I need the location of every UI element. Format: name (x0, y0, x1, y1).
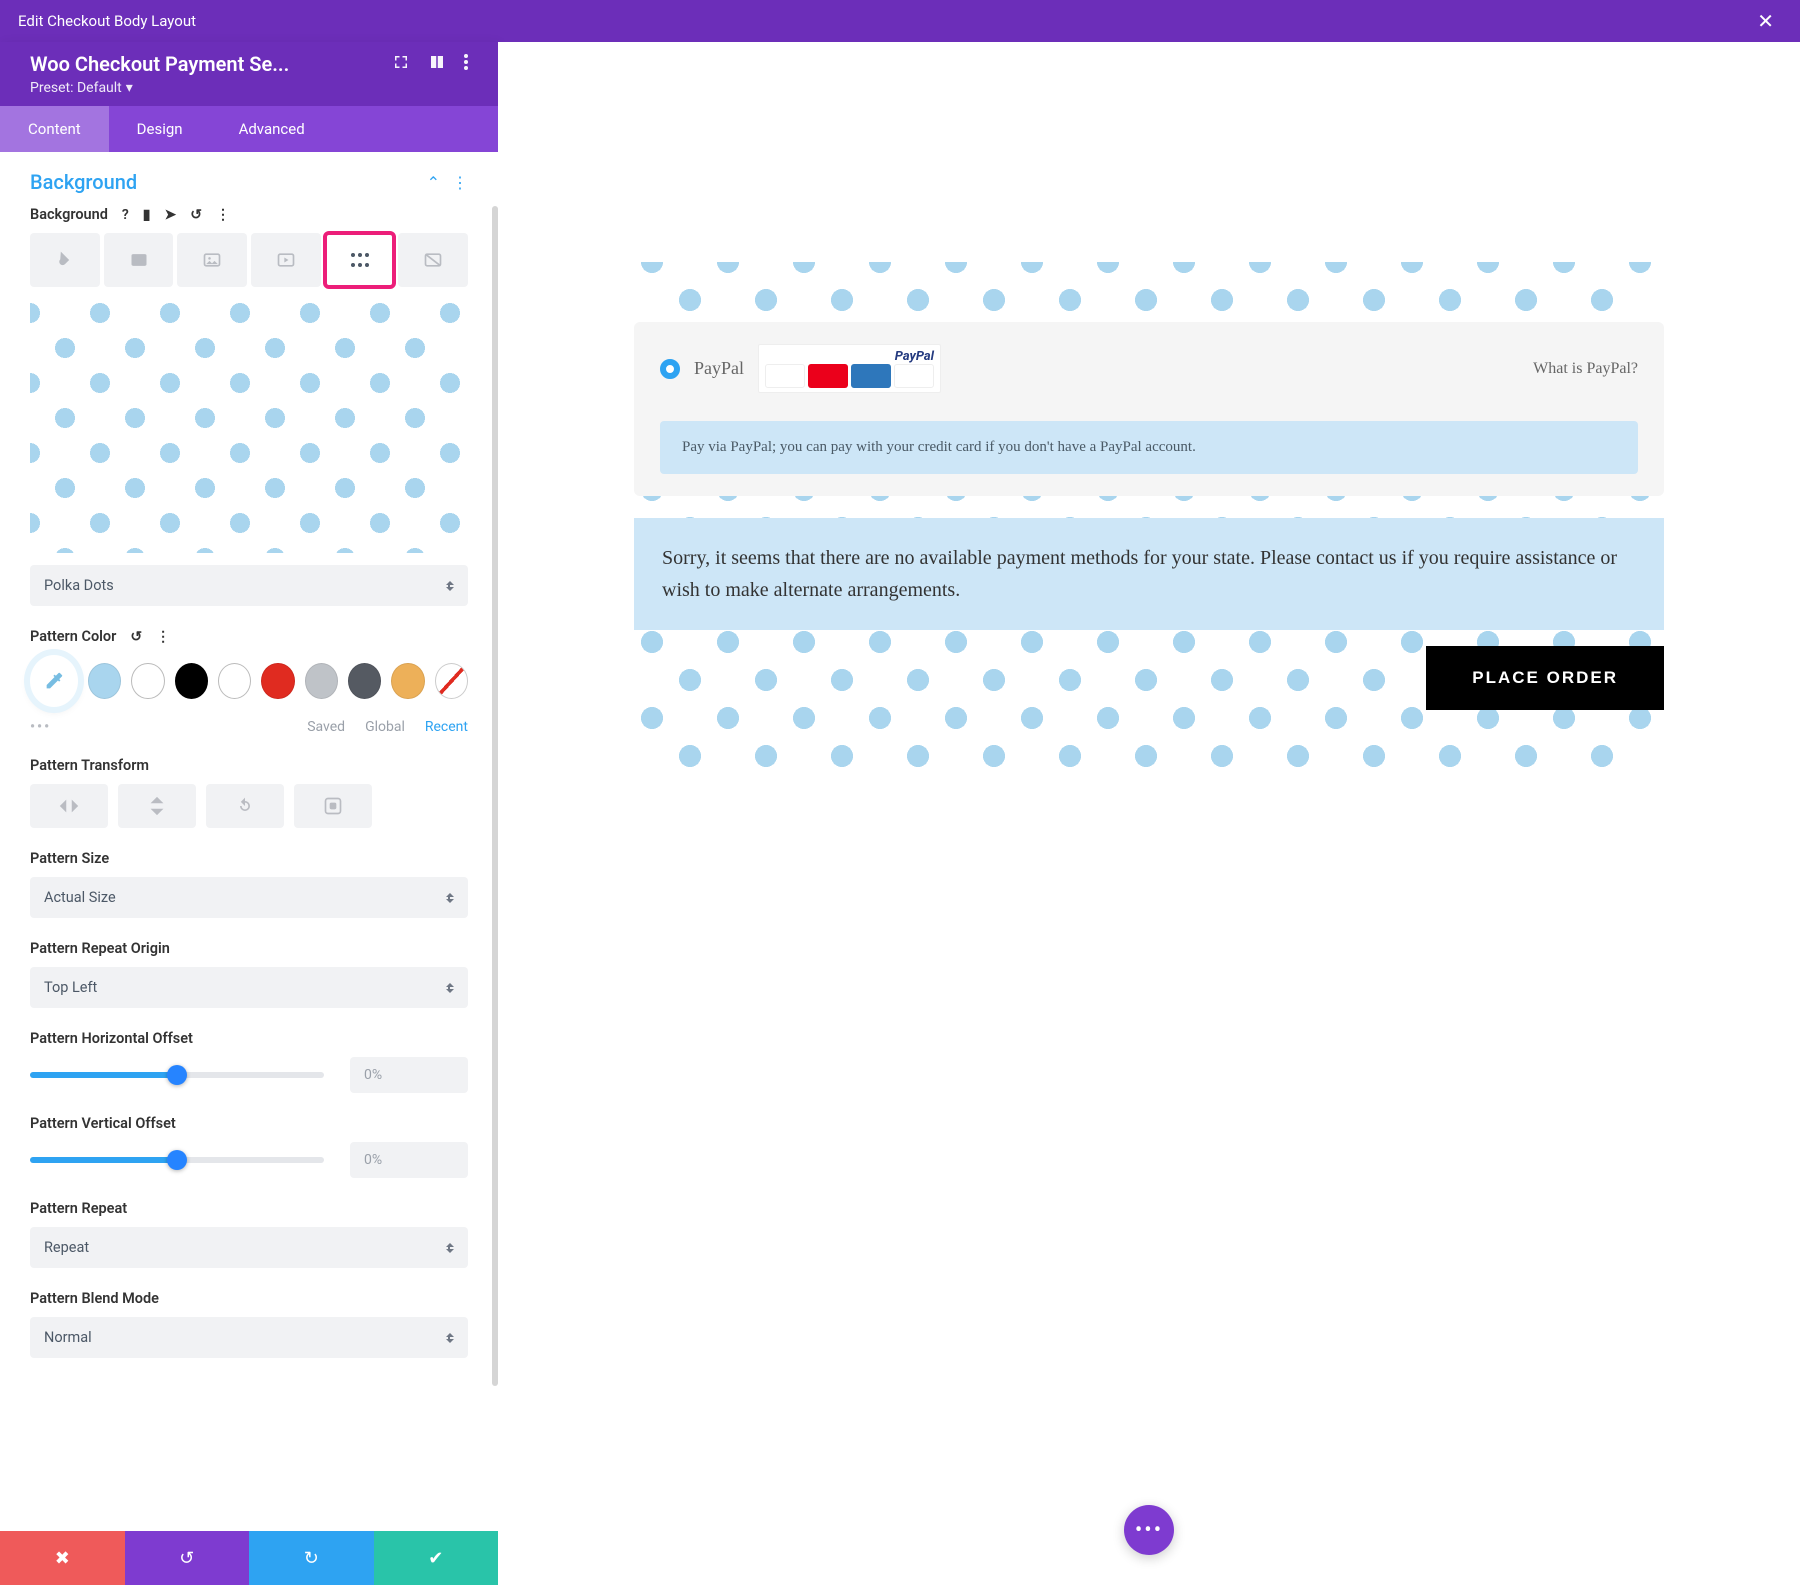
pattern-repeat-select[interactable]: Repeat (30, 1227, 468, 1268)
reset-icon[interactable]: ↺ (190, 207, 202, 223)
settings-sidebar: Woo Checkout Payment Se... Preset: Defau… (0, 42, 498, 1585)
horizontal-offset-input[interactable]: 0% (350, 1057, 468, 1093)
pattern-origin-select[interactable]: Top Left (30, 967, 468, 1008)
place-order-button[interactable]: PLACE ORDER (1426, 646, 1664, 710)
pattern-transform-label: Pattern Transform (30, 757, 149, 774)
section-title-background[interactable]: Background (30, 170, 427, 194)
chevron-up-icon[interactable]: ⌃ (427, 173, 440, 192)
paypal-label: PayPal (694, 358, 744, 379)
preset-label: Preset: Default (30, 80, 122, 96)
what-is-paypal-link[interactable]: What is PayPal? (1533, 360, 1638, 378)
window-title: Edit Checkout Body Layout (18, 12, 1749, 30)
vertical-offset-label: Pattern Vertical Offset (30, 1115, 176, 1132)
pattern-size-value: Actual Size (44, 889, 116, 906)
background-label: Background (30, 206, 108, 223)
color-swatch-white-2[interactable] (218, 663, 251, 699)
kebab-icon[interactable]: ⋮ (452, 173, 468, 192)
vertical-offset-slider[interactable] (30, 1157, 324, 1163)
phone-icon[interactable]: ▮ (143, 207, 151, 223)
pattern-type-value: Polka Dots (44, 577, 114, 594)
color-swatch-red[interactable] (261, 663, 294, 699)
preview-canvas: PayPal PayPal VISA DISCOVER What is PayP… (498, 42, 1800, 1585)
no-payment-notice: Sorry, it seems that there are no availa… (634, 518, 1664, 630)
color-swatch-orange[interactable] (391, 663, 424, 699)
rotate-button[interactable] (206, 784, 284, 828)
color-swatch-black[interactable] (175, 663, 208, 699)
palette-tab-recent[interactable]: Recent (425, 719, 468, 735)
eyedropper-button[interactable] (30, 655, 78, 707)
cursor-icon[interactable]: ➤ (165, 207, 177, 223)
color-swatch-white[interactable] (131, 663, 164, 699)
module-title: Woo Checkout Payment Se... (30, 52, 378, 76)
tab-design[interactable]: Design (109, 106, 211, 152)
blend-mode-label: Pattern Blend Mode (30, 1290, 159, 1307)
kebab-icon[interactable]: ⋮ (216, 207, 230, 223)
tab-advanced[interactable]: Advanced (211, 106, 333, 152)
more-swatches-icon[interactable]: ••• (30, 719, 287, 735)
palette-tab-global[interactable]: Global (365, 719, 405, 735)
pattern-size-select[interactable]: Actual Size (30, 877, 468, 918)
pattern-preview (30, 293, 468, 553)
paypal-radio[interactable] (660, 359, 680, 379)
pattern-repeat-label: Pattern Repeat (30, 1200, 127, 1217)
bg-tab-pattern[interactable] (325, 233, 395, 287)
pattern-color-label: Pattern Color (30, 628, 116, 645)
bg-tab-gradient[interactable] (104, 233, 174, 287)
paypal-cards-image: PayPal VISA DISCOVER (758, 344, 941, 393)
reset-icon[interactable]: ↺ (130, 629, 142, 645)
palette-tab-saved[interactable]: Saved (307, 719, 345, 735)
pattern-repeat-value: Repeat (44, 1239, 89, 1256)
discard-button[interactable]: ✖ (0, 1531, 125, 1585)
tab-content[interactable]: Content (0, 106, 109, 152)
color-swatch-dark[interactable] (348, 663, 381, 699)
close-icon[interactable]: ✕ (1749, 5, 1782, 37)
pattern-size-label: Pattern Size (30, 850, 109, 867)
mastercard-icon (808, 364, 848, 388)
vertical-offset-input[interactable]: 0% (350, 1142, 468, 1178)
bg-tab-video[interactable] (251, 233, 321, 287)
chevron-down-icon: ▾ (126, 80, 133, 96)
blend-mode-select[interactable]: Normal (30, 1317, 468, 1358)
preset-dropdown[interactable]: Preset: Default ▾ (30, 80, 468, 96)
undo-button[interactable]: ↺ (125, 1531, 250, 1585)
columns-icon[interactable] (428, 53, 446, 75)
horizontal-offset-label: Pattern Horizontal Offset (30, 1030, 193, 1047)
save-button[interactable]: ✔ (374, 1531, 499, 1585)
paypal-description: Pay via PayPal; you can pay with your cr… (660, 421, 1638, 474)
amex-icon (851, 364, 891, 388)
kebab-icon[interactable]: ⋮ (156, 629, 170, 645)
flip-horizontal-button[interactable] (30, 784, 108, 828)
bg-tab-mask[interactable] (398, 233, 468, 287)
pattern-origin-label: Pattern Repeat Origin (30, 940, 170, 957)
bg-tab-image[interactable] (177, 233, 247, 287)
discover-icon: DISCOVER (894, 364, 934, 388)
flip-vertical-button[interactable] (118, 784, 196, 828)
builder-fab[interactable]: ••• (1124, 1505, 1174, 1555)
help-icon[interactable]: ? (122, 207, 129, 223)
payment-method-card: PayPal PayPal VISA DISCOVER What is PayP… (634, 322, 1664, 496)
paypal-brand-text: PayPal (765, 349, 934, 364)
bg-tab-color[interactable] (30, 233, 100, 287)
visa-icon: VISA (765, 364, 805, 388)
pattern-type-select[interactable]: Polka Dots (30, 565, 468, 606)
color-swatch-lightblue[interactable] (88, 663, 121, 699)
color-swatch-none[interactable] (435, 663, 468, 699)
expand-icon[interactable] (392, 53, 410, 75)
blend-mode-value: Normal (44, 1329, 92, 1346)
color-swatch-gray[interactable] (305, 663, 338, 699)
kebab-icon[interactable] (464, 54, 468, 74)
horizontal-offset-slider[interactable] (30, 1072, 324, 1078)
invert-button[interactable] (294, 784, 372, 828)
pattern-origin-value: Top Left (44, 979, 97, 996)
redo-button[interactable]: ↻ (249, 1531, 374, 1585)
